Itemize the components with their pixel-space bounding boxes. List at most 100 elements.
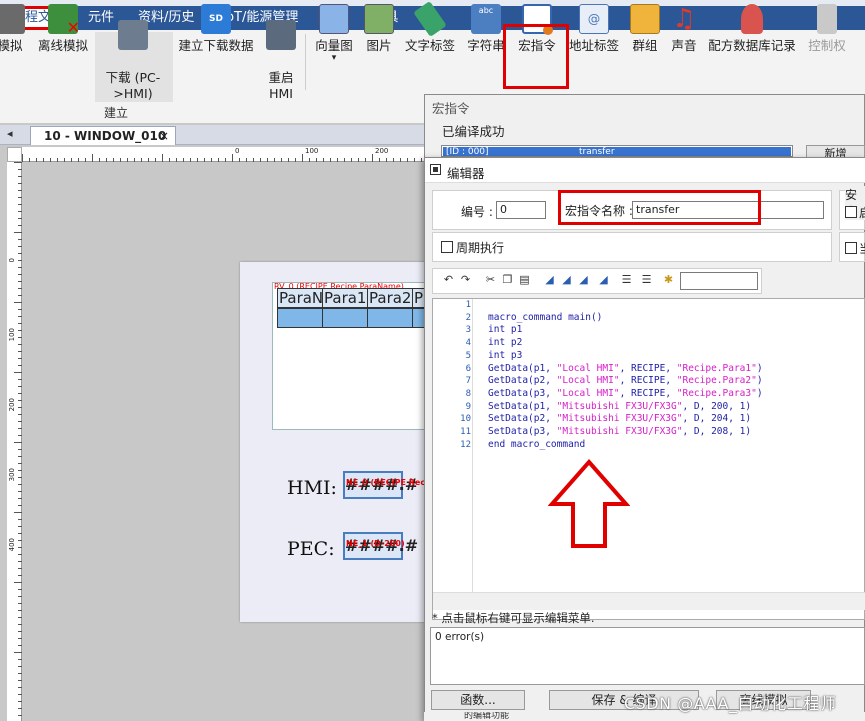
plc-numeric-display[interactable]: NE_1 (D-200) ####.#: [343, 532, 418, 560]
recipe-view[interactable]: RV_0 (RECIPE Recipe.ParaName) ParaN Para…: [272, 282, 431, 430]
red-up-arrow-large: [548, 458, 630, 548]
ruler-mark-0: 0: [235, 147, 240, 155]
vector-image-button[interactable]: 向量图 ▾: [312, 4, 356, 63]
tab-scroll-left-icon[interactable]: ◂: [7, 127, 13, 140]
code-line: SetData(p2, "Mitsubishi FX3U/FX3G", D, 2…: [488, 413, 752, 425]
macro-highlight-box: [503, 24, 569, 89]
recipe-data-cell: [322, 308, 368, 328]
ribbon-group-label: 建立: [104, 106, 129, 120]
when-checkbox-label: 当: [859, 240, 865, 257]
sound-button[interactable]: ♫ 声音: [668, 4, 700, 54]
code-line: int p1: [488, 324, 523, 336]
line-number: 10: [460, 414, 471, 425]
line-number: 8: [465, 388, 471, 399]
group-icon: [630, 4, 660, 34]
functions-button[interactable]: 函数...: [431, 690, 525, 710]
recipe-header-cell: Para2: [367, 288, 413, 308]
vruler-mark: 400: [8, 538, 16, 552]
enable-checkbox[interactable]: [845, 206, 857, 218]
picture-icon: [364, 4, 394, 34]
recipe-database-button[interactable]: 配方数据库记录: [708, 4, 796, 54]
cut-icon[interactable]: ✂: [484, 273, 497, 286]
restart-hmi-button[interactable]: 重启 HMI: [264, 4, 298, 102]
vruler-mark: 100: [8, 328, 16, 342]
code-line: int p3: [488, 349, 523, 361]
ruler-mark-200: 200: [375, 147, 389, 155]
vector-image-icon: [319, 4, 349, 34]
indent-icon[interactable]: ☰: [620, 273, 633, 286]
build-download-data-button[interactable]: SD 建立下载数据: [178, 4, 254, 54]
bookmark-icon[interactable]: ✱: [662, 273, 675, 286]
replace-icon[interactable]: ◢: [597, 273, 610, 286]
copy-icon[interactable]: ❐: [501, 273, 514, 286]
code-line: SetData(p1, "Mitsubishi FX3U/FX3G", D, 2…: [488, 400, 752, 412]
offline-simulate-button[interactable]: ✕ 离线模拟: [36, 4, 90, 54]
redo-icon[interactable]: ↷: [459, 273, 472, 286]
string-table-icon: abc: [471, 4, 501, 34]
vruler-ticks: [14, 162, 22, 716]
watermark: CSDN @AAA_自动化工程师: [624, 694, 837, 713]
outdent-icon[interactable]: ☰: [640, 273, 653, 286]
editor-hint: * 点击鼠标右键可显示编辑菜单.: [432, 611, 595, 625]
ruler-ticks: [22, 154, 429, 162]
line-number: 2: [465, 312, 471, 323]
editor-horizontal-scrollbar[interactable]: [433, 592, 865, 610]
line-number: 11: [460, 427, 471, 437]
line-number: 7: [465, 376, 471, 387]
picture-button[interactable]: 图片: [362, 4, 396, 54]
macro-list[interactable]: [ID : 000] transfer: [441, 145, 793, 157]
when-checkbox[interactable]: [845, 242, 857, 254]
code-line: GetData(p1, "Local HMI", RECIPE, "Recipe…: [488, 362, 763, 374]
vruler-mark: 200: [8, 398, 16, 412]
line-number: 12: [460, 439, 471, 450]
line-number: 6: [465, 363, 471, 374]
ruler-mark-100: 100: [305, 147, 319, 155]
simulate-button[interactable]: 模拟: [0, 4, 28, 54]
recipe-header-cell: ParaN: [277, 288, 323, 308]
line-number: 3: [465, 325, 471, 336]
ribbon-divider: [305, 34, 306, 90]
plc-label: PEC:: [287, 538, 335, 560]
paste-icon[interactable]: ▤: [518, 273, 531, 286]
undo-icon[interactable]: ↶: [442, 273, 455, 286]
code-line: macro_command main(): [488, 311, 603, 323]
group-button[interactable]: 群组: [629, 4, 661, 54]
find-prev-icon[interactable]: ◢: [577, 273, 590, 286]
code-line: int p2: [488, 337, 523, 349]
hmi-label: HMI:: [287, 477, 337, 499]
macro-list-item[interactable]: [ID : 000] transfer: [443, 147, 791, 156]
enable-checkbox-label: 启: [859, 204, 865, 221]
download-icon: [118, 20, 148, 50]
address-tag-icon: @: [579, 4, 609, 34]
tab-window-010[interactable]: 10 - WINDOW_010 ×: [30, 126, 176, 145]
editor-titlebar: [425, 158, 865, 183]
line-number: 5: [465, 350, 471, 361]
find-icon[interactable]: ◢: [543, 273, 556, 286]
tab-close-icon[interactable]: ×: [159, 127, 169, 145]
recipe-data-cell: [367, 308, 413, 328]
vertical-ruler: [7, 162, 22, 721]
simulate-icon: [0, 4, 25, 34]
recipe-data-cell: [277, 308, 323, 328]
periodic-checkbox[interactable]: [441, 241, 453, 253]
download-button[interactable]: 下载 (PC- >HMI): [100, 4, 166, 102]
recipe-header-cell: Para1: [322, 288, 368, 308]
string-table-button[interactable]: abc 字符串: [466, 4, 506, 54]
sound-icon: ♫: [672, 4, 696, 34]
toolbar-search-input[interactable]: [680, 272, 758, 290]
hmi-numeric-display[interactable]: NE_0 (RECIPE Recipe ####.#: [343, 471, 439, 499]
line-number: 4: [465, 338, 471, 349]
lock-icon: [817, 4, 837, 34]
text-tag-button[interactable]: 文字标签: [404, 0, 456, 54]
sd-card-icon: SD: [201, 4, 231, 34]
ruler-corner: [7, 147, 22, 162]
number-field[interactable]: 0: [496, 201, 546, 219]
periodic-label: 周期执行: [456, 241, 505, 255]
address-tag-button[interactable]: @ 地址标签: [568, 4, 620, 54]
code-line: SetData(p3, "Mitsubishi FX3U/FX3G", D, 2…: [488, 426, 752, 437]
code-line: end macro_command: [488, 438, 586, 450]
find-next-icon[interactable]: ◢: [560, 273, 573, 286]
restart-icon: [266, 20, 296, 50]
vruler-mark: 0: [8, 258, 16, 263]
access-control-button[interactable]: 控制权: [806, 4, 848, 54]
